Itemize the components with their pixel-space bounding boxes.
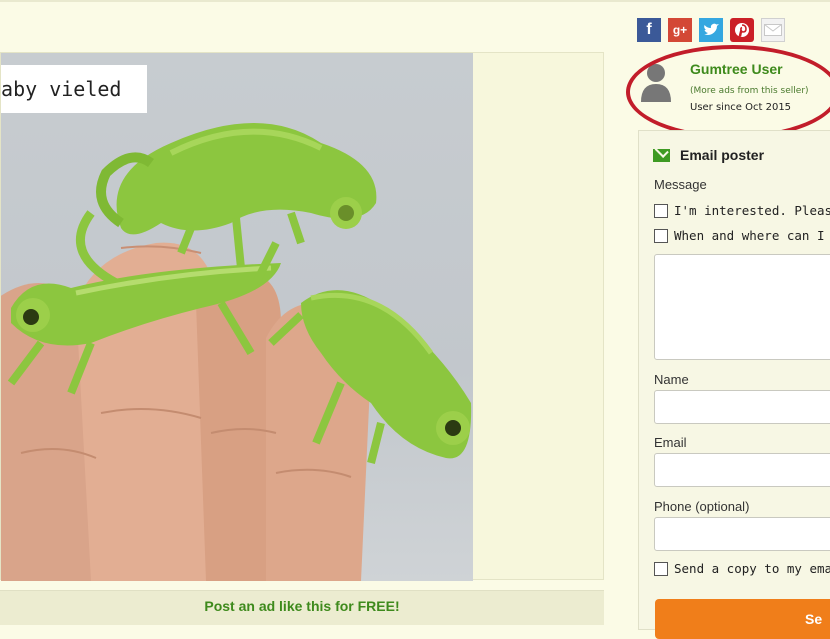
image-caption-overlay: baby vieled xyxy=(1,65,147,113)
phone-input[interactable] xyxy=(654,517,830,551)
form-heading: Email poster xyxy=(653,147,764,163)
pinterest-icon[interactable] xyxy=(730,18,754,42)
checkbox[interactable] xyxy=(654,203,668,218)
checkbox[interactable] xyxy=(654,228,668,243)
send-copy-option[interactable]: Send a copy to my emai xyxy=(654,561,830,576)
message-textarea[interactable] xyxy=(654,254,830,360)
send-copy-label: Send a copy to my emai xyxy=(674,561,830,576)
quick-reply-label-1: I'm interested. Please co xyxy=(674,203,830,218)
twitter-icon[interactable] xyxy=(699,18,723,42)
form-heading-text: Email poster xyxy=(680,147,765,163)
send-button[interactable]: Se xyxy=(655,599,830,639)
email-poster-form: Email poster Message I'm interested. Ple… xyxy=(638,130,830,639)
checkbox[interactable] xyxy=(654,561,668,576)
ad-photo[interactable]: baby vieled xyxy=(1,53,473,581)
quick-reply-option-1[interactable]: I'm interested. Please co xyxy=(654,203,830,218)
quick-reply-label-2: When and where can I s xyxy=(674,228,830,243)
share-bar: f g+ xyxy=(637,18,785,42)
email-label: Email xyxy=(654,435,687,450)
email-input[interactable] xyxy=(654,453,830,487)
highlight-circle xyxy=(626,45,830,139)
envelope-icon xyxy=(653,148,670,162)
message-label: Message xyxy=(654,177,707,192)
facebook-icon[interactable]: f xyxy=(637,18,661,42)
ad-image-panel: baby vieled xyxy=(0,52,604,581)
send-button-label: Se xyxy=(805,611,823,627)
email-share-icon[interactable] xyxy=(761,18,785,42)
image-caption-text: baby vieled xyxy=(1,77,122,101)
quick-reply-option-2[interactable]: When and where can I s xyxy=(654,228,830,243)
name-label: Name xyxy=(654,372,689,387)
post-ad-banner[interactable]: Post an ad like this for FREE! xyxy=(0,590,604,625)
google-plus-icon[interactable]: g+ xyxy=(668,18,692,42)
name-input[interactable] xyxy=(654,390,830,424)
chameleons-on-fingers-image xyxy=(1,123,472,581)
top-divider xyxy=(0,0,830,2)
phone-label: Phone (optional) xyxy=(654,499,750,514)
